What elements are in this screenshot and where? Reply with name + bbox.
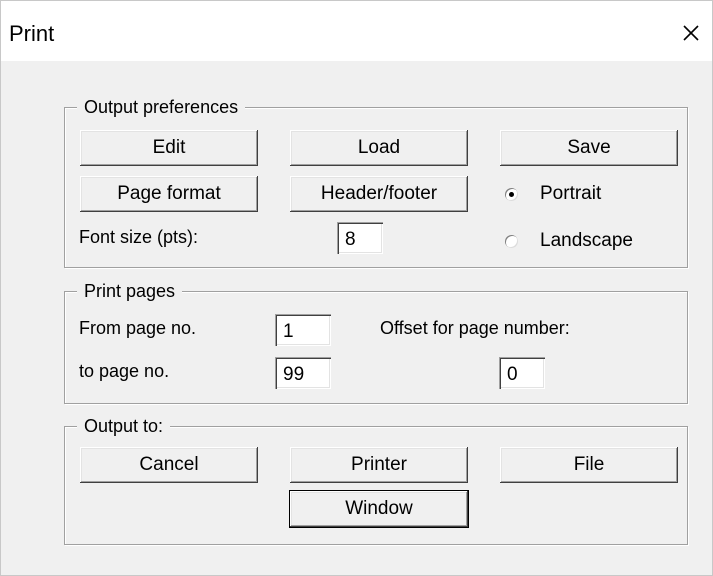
load-button[interactable]: Load (290, 130, 468, 166)
close-icon (683, 25, 699, 41)
offset-label: Offset for page number: (380, 318, 570, 338)
header-footer-button[interactable]: Header/footer (290, 176, 468, 212)
from-page-input[interactable] (275, 314, 331, 346)
to-page-label: to page no. (79, 361, 170, 381)
window-button[interactable]: Window (290, 491, 468, 527)
edit-button[interactable]: Edit (80, 130, 258, 166)
output-preferences-group: Output preferences Edit Load Save Page f… (64, 95, 688, 268)
landscape-radio-indicator (505, 234, 518, 248)
file-button[interactable]: File (500, 447, 678, 483)
title-bar: Print (1, 1, 712, 61)
font-size-input[interactable] (337, 222, 383, 254)
print-pages-group: Print pages From page no. Offset for pag… (64, 279, 688, 404)
page-format-button[interactable]: Page format (80, 176, 258, 212)
offset-input[interactable] (499, 357, 545, 389)
portrait-label: Portrait (540, 183, 602, 204)
radio-selected-dot (509, 191, 514, 197)
close-button[interactable] (671, 13, 711, 53)
save-button[interactable]: Save (500, 130, 678, 166)
dialog-body: Output preferences Edit Load Save Page f… (9, 61, 709, 575)
output-to-legend: Output to: (77, 414, 171, 438)
window-title: Print (9, 21, 55, 46)
to-page-input[interactable] (275, 357, 331, 389)
font-size-label: Font size (pts): (79, 227, 199, 247)
output-to-group: Output to: Cancel Printer File Window (64, 414, 688, 545)
portrait-radio-indicator (505, 187, 518, 201)
portrait-radio[interactable]: Portrait (505, 182, 601, 206)
cancel-button[interactable]: Cancel (80, 447, 258, 483)
landscape-label: Landscape (540, 230, 633, 251)
landscape-radio[interactable]: Landscape (505, 229, 633, 253)
printer-button[interactable]: Printer (290, 447, 468, 483)
output-preferences-legend: Output preferences (77, 95, 246, 119)
print-dialog: Print Output preferences Edit Load Save … (0, 0, 713, 576)
print-pages-legend: Print pages (77, 279, 183, 303)
from-page-label: From page no. (79, 318, 197, 338)
